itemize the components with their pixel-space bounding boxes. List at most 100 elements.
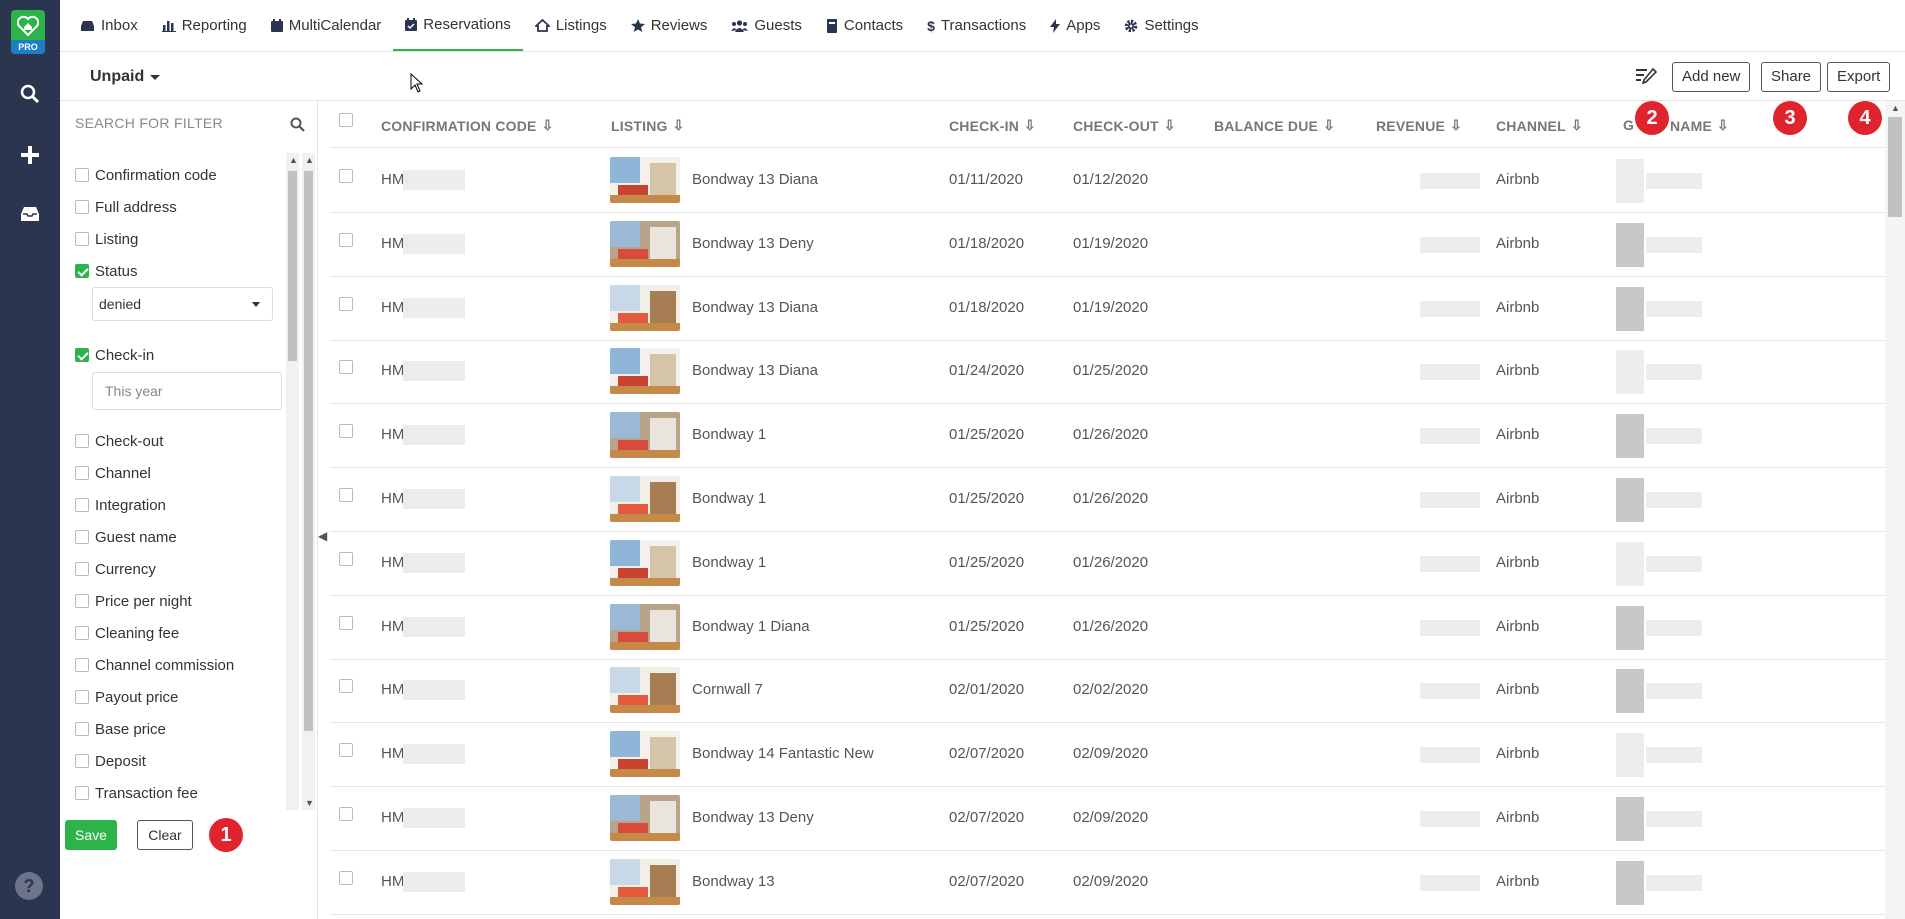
column-header[interactable]: REVENUE ⇩ [1376, 117, 1462, 134]
checkbox[interactable] [75, 658, 89, 672]
listing-thumbnail[interactable] [610, 157, 680, 203]
table-row[interactable]: HMI Bondway 13 Diana 01/24/2020 01/25/2020 A… [330, 340, 1885, 405]
status-select[interactable]: denied [92, 287, 273, 321]
row-checkbox[interactable] [339, 360, 353, 375]
column-header[interactable]: CHANNEL ⇩ [1496, 117, 1583, 134]
column-header[interactable]: CONFIRMATION CODE ⇩ [381, 117, 554, 134]
filter-item[interactable]: Price per night [75, 590, 192, 612]
table-row[interactable]: HM; Bondway 1 01/25/2020 01/26/2020 Airbnb [330, 404, 1885, 469]
listing-thumbnail[interactable] [610, 284, 680, 331]
view-selector[interactable]: Unpaid [90, 68, 161, 86]
nav-inbox[interactable]: Inbox [68, 0, 150, 51]
nav-multicalendar[interactable]: MultiCalendar [259, 0, 394, 51]
listing-thumbnail[interactable] [610, 667, 680, 714]
checkbox[interactable] [75, 232, 89, 246]
checkin-date-input[interactable]: This year [92, 372, 282, 410]
filter-item[interactable]: Currency [75, 558, 156, 580]
table-row[interactable]: HM! Bondway 13 Diana 01/11/2020 01/12/2020 A… [330, 149, 1885, 213]
column-header[interactable]: CHECK-OUT ⇩ [1073, 117, 1176, 134]
checkbox[interactable] [75, 690, 89, 704]
listing-name[interactable]: Bondway 1 [692, 490, 766, 507]
filter-item[interactable]: Confirmation code [75, 164, 217, 186]
table-scrollbar[interactable]: ▲ [1885, 101, 1905, 919]
table-row[interactable]: HM! Bondway 13 Diana 01/18/2020 01/19/2020 A… [330, 277, 1885, 341]
filter-item[interactable]: Payout price [75, 686, 178, 708]
scroll-up-icon[interactable]: ▲ [305, 155, 314, 165]
row-checkbox[interactable] [339, 551, 353, 566]
table-row[interactable]: HMI Bondway 1 01/25/2020 01/26/2020 Airbnb [330, 532, 1885, 596]
nav-reviews[interactable]: Reviews [619, 0, 720, 51]
listing-thumbnail[interactable] [610, 348, 680, 395]
filter-item[interactable]: Base price [75, 718, 166, 740]
share-button[interactable]: Share [1761, 62, 1822, 92]
listing-name[interactable]: Bondway 13 [692, 873, 775, 890]
collapse-panel-icon[interactable]: ◀ [318, 529, 327, 543]
nav-reservations[interactable]: Reservations [393, 0, 523, 51]
row-checkbox[interactable] [339, 743, 353, 758]
table-row[interactable]: HM(Bondway 13 02/07/2020 02/09/2020 Airbnb [330, 851, 1885, 915]
export-button[interactable]: Export [1827, 62, 1891, 92]
filter-item[interactable]: Status [75, 260, 138, 282]
column-header[interactable]: G [1623, 117, 1634, 133]
listing-thumbnail[interactable] [610, 603, 680, 650]
row-checkbox[interactable] [339, 679, 353, 694]
listing-name[interactable]: Bondway 14 Fantastic New [692, 745, 874, 762]
scrollbar-thumb[interactable] [1888, 117, 1902, 217]
search-icon[interactable] [290, 117, 305, 132]
listing-name[interactable]: Bondway 13 Deny [692, 809, 814, 826]
filter-search-input[interactable]: SEARCH FOR FILTER [75, 115, 305, 139]
scrollbar-thumb[interactable] [288, 171, 297, 361]
inbox-icon[interactable] [15, 199, 45, 229]
filter-item[interactable]: Guest name [75, 526, 177, 548]
select-all-checkbox[interactable] [339, 113, 353, 127]
nav-contacts[interactable]: Contacts [814, 0, 915, 51]
filter-item[interactable]: Channel commission [75, 654, 234, 676]
nav-reporting[interactable]: Reporting [150, 0, 259, 51]
filter-item[interactable]: Listing [75, 228, 138, 250]
checkbox[interactable] [75, 722, 89, 736]
listing-thumbnail[interactable] [610, 476, 680, 522]
checkbox-checked[interactable] [75, 348, 89, 362]
plus-icon[interactable] [15, 140, 45, 170]
table-row[interactable]: HMI Bondway 13 Deny 01/18/2020 01/19/2020 Ai… [330, 213, 1885, 277]
listing-name[interactable]: Bondway 1 [692, 554, 766, 571]
row-checkbox[interactable] [339, 615, 353, 630]
checkbox[interactable] [75, 530, 89, 544]
nav-guests[interactable]: Guests [719, 0, 814, 51]
checkbox[interactable] [75, 168, 89, 182]
row-checkbox[interactable] [339, 488, 353, 502]
table-row[interactable]: HM/Bondway 13 Deny 02/07/2020 02/09/2020 Ai… [330, 787, 1885, 851]
checkbox[interactable] [75, 466, 89, 480]
table-row[interactable]: HM! Bondway 14 Fantastic New 02/07/2020 02/… [330, 723, 1885, 788]
filter-item[interactable]: Channel [75, 462, 151, 484]
clear-button[interactable]: Clear [137, 820, 193, 850]
save-button[interactable]: Save [65, 820, 117, 850]
filter-item[interactable]: Transaction fee [75, 782, 198, 804]
column-header[interactable]: BALANCE DUE ⇩ [1214, 117, 1335, 134]
listing-thumbnail[interactable] [610, 795, 680, 841]
listing-name[interactable]: Cornwall 7 [692, 681, 763, 698]
filter-item[interactable]: Cleaning fee [75, 622, 179, 644]
filter-item[interactable]: Full address [75, 196, 177, 218]
nav-settings[interactable]: Settings [1112, 0, 1210, 51]
filter-item[interactable]: Integration [75, 494, 166, 516]
filter-outer-scrollbar[interactable]: ▲ ▼ [302, 153, 315, 810]
checkbox[interactable] [75, 754, 89, 768]
add-new-button[interactable]: Add new [1672, 62, 1751, 92]
checkbox[interactable] [75, 200, 89, 214]
filter-item[interactable]: Check-in [75, 344, 154, 366]
listing-name[interactable]: Bondway 1 Diana [692, 618, 810, 635]
listing-thumbnail[interactable] [610, 412, 680, 459]
row-checkbox[interactable] [339, 807, 353, 821]
column-header[interactable]: CHECK-IN ⇩ [949, 117, 1036, 134]
listing-thumbnail[interactable] [610, 539, 680, 586]
column-header[interactable]: LISTING ⇩ [611, 117, 685, 134]
checkbox[interactable] [75, 498, 89, 512]
table-row[interactable]: HMJ Bondway 1 01/25/2020 01/26/2020 Airbnb [330, 468, 1885, 532]
checkbox[interactable] [75, 626, 89, 640]
checkbox[interactable] [75, 562, 89, 576]
table-row[interactable]: HM/Cornwall 7 02/01/2020 02/02/2020 Airbnb [330, 659, 1885, 724]
nav-listings[interactable]: Listings [523, 0, 619, 51]
row-checkbox[interactable] [339, 232, 353, 247]
row-checkbox[interactable] [339, 424, 353, 439]
